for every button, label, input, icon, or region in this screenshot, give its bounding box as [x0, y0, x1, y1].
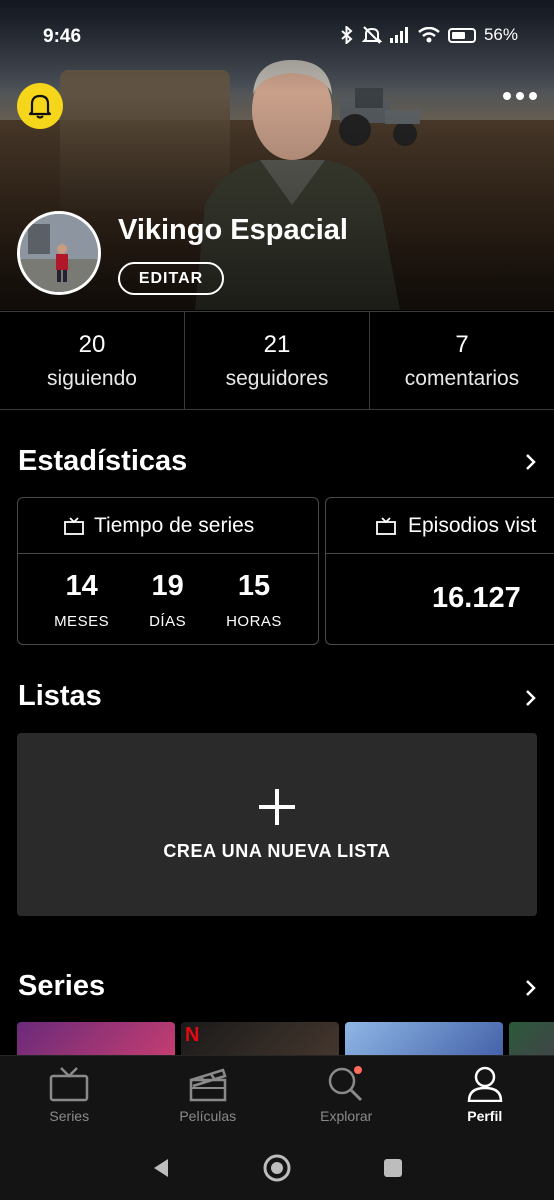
- battery-icon: [447, 27, 476, 43]
- create-list-button[interactable]: CREA UNA NUEVA LISTA: [17, 733, 537, 916]
- counter-value: 20: [78, 330, 106, 358]
- bell-icon: [28, 94, 52, 119]
- plus-icon: [259, 789, 295, 825]
- more-dot-icon: [529, 92, 537, 100]
- days-value: 19 DÍAS: [149, 570, 186, 630]
- mute-icon: [361, 26, 382, 44]
- time-values: 14 MESES 19 DÍAS 15 HORAS: [18, 554, 318, 630]
- status-icons: 56%: [340, 25, 518, 45]
- recents-icon[interactable]: [382, 1157, 404, 1179]
- chevron-right-icon[interactable]: [522, 454, 538, 470]
- username: Vikingo Espacial: [118, 214, 348, 246]
- home-icon[interactable]: [262, 1153, 292, 1183]
- time-number: 15: [237, 570, 271, 602]
- edit-profile-button[interactable]: EDITAR: [118, 262, 224, 295]
- following-counter[interactable]: 20 siguiendo: [0, 312, 184, 409]
- avatar[interactable]: [17, 211, 101, 295]
- search-icon: [329, 1066, 363, 1102]
- notification-dot-icon: [354, 1066, 363, 1074]
- series-poster[interactable]: [509, 1022, 554, 1056]
- notifications-button[interactable]: [17, 83, 63, 129]
- time-number: 19: [151, 570, 184, 602]
- tv-icon: [50, 1067, 89, 1102]
- tab-label: Películas: [179, 1108, 237, 1124]
- profile-counters: 20 siguiendo 21 seguidores 7 comentarios: [0, 311, 554, 410]
- bluetooth-icon: [341, 26, 353, 44]
- chevron-right-icon[interactable]: [522, 690, 538, 706]
- more-options-button[interactable]: [503, 92, 537, 100]
- tab-explore[interactable]: Explorar: [277, 1056, 416, 1135]
- system-nav-bar: [0, 1135, 554, 1200]
- more-dot-icon: [503, 92, 511, 100]
- months-value: 14 MESES: [54, 570, 109, 630]
- more-dot-icon: [516, 92, 524, 100]
- avatar-photo: [20, 214, 98, 292]
- series-poster[interactable]: [17, 1022, 175, 1056]
- episodes-card[interactable]: Episodios vist 16.127: [325, 497, 554, 645]
- counter-label: seguidores: [225, 366, 329, 390]
- tab-series[interactable]: Series: [0, 1056, 139, 1135]
- time-unit: DÍAS: [149, 613, 187, 630]
- statistics-title[interactable]: Estadísticas: [18, 445, 187, 478]
- netflix-logo-icon: N: [185, 1024, 200, 1046]
- followers-counter[interactable]: 21 seguidores: [184, 312, 369, 409]
- signal-icon: [389, 27, 408, 43]
- status-bar: 9:46 56%: [0, 22, 554, 54]
- counter-value: 21: [263, 330, 291, 358]
- series-poster[interactable]: N: [181, 1022, 339, 1056]
- wifi-icon: [418, 27, 440, 43]
- time-unit: HORAS: [226, 613, 282, 630]
- create-list-label: CREA UNA NUEVA LISTA: [163, 841, 391, 861]
- card-title: Tiempo de series: [94, 513, 255, 537]
- series-poster[interactable]: [345, 1022, 503, 1056]
- tab-label: Series: [49, 1108, 90, 1124]
- tab-label: Perfil: [467, 1108, 503, 1124]
- tv-icon: [376, 517, 396, 535]
- person-icon: [467, 1066, 503, 1102]
- tab-profile[interactable]: Perfil: [416, 1056, 554, 1135]
- card-title: Episodios vist: [408, 513, 537, 537]
- tv-icon: [64, 517, 84, 535]
- series-title[interactable]: Series: [18, 970, 105, 1003]
- battery-percent: 56%: [483, 25, 518, 44]
- series-time-card[interactable]: Tiempo de series 14 MESES 19 DÍAS 15 HOR…: [17, 497, 319, 645]
- series-posters: N: [17, 1022, 554, 1056]
- episodes-value: 16.127: [432, 582, 521, 614]
- tab-label: Explorar: [320, 1108, 373, 1124]
- time-number: 14: [65, 570, 98, 602]
- lists-title[interactable]: Listas: [18, 680, 102, 713]
- tab-movies[interactable]: Películas: [139, 1056, 278, 1135]
- hours-value: 15 HORAS: [226, 570, 282, 630]
- back-icon[interactable]: [150, 1157, 172, 1179]
- chevron-right-icon[interactable]: [522, 980, 538, 996]
- time-unit: MESES: [54, 613, 110, 630]
- counter-label: siguiendo: [47, 366, 137, 390]
- counter-value: 7: [455, 330, 469, 358]
- comments-counter[interactable]: 7 comentarios: [369, 312, 554, 409]
- bottom-tab-bar: Series Películas Explorar Perfil: [0, 1055, 554, 1135]
- counter-label: comentarios: [404, 366, 520, 390]
- card-header: Tiempo de series: [18, 498, 318, 554]
- card-header: Episodios vist: [326, 498, 554, 554]
- clapperboard-icon: [189, 1068, 227, 1102]
- status-time: 9:46: [43, 26, 82, 47]
